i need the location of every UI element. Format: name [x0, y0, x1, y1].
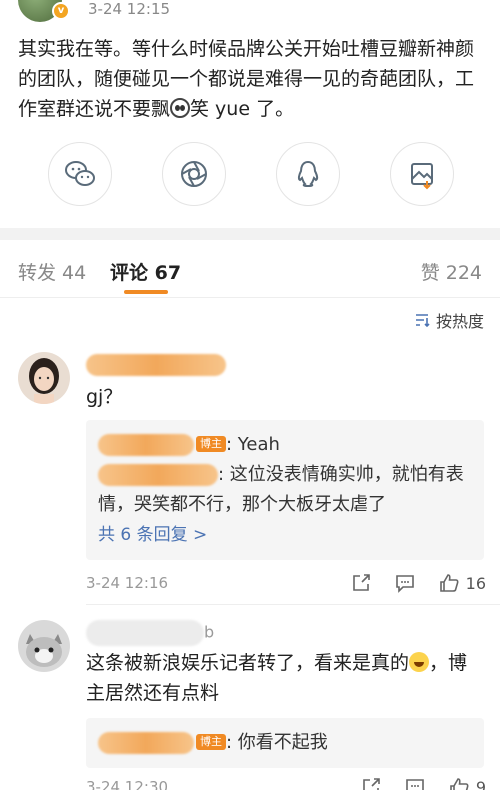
save-image-icon	[411, 163, 433, 190]
comment-meta: 3-24 12:16 16	[86, 572, 486, 596]
post-time: 3-24 12:15	[88, 0, 171, 18]
repost-icon	[363, 778, 380, 790]
moments-icon	[181, 161, 207, 187]
save-image-button[interactable]	[390, 142, 454, 206]
replies-box[interactable]: 博主: Yeah : 这位没表情确实帅，就怕有表情，哭笑都不行，那个大板牙太虐了…	[86, 420, 484, 560]
comment-button[interactable]	[394, 572, 416, 594]
comment-actions: 9	[338, 776, 486, 790]
author-badge: 博主	[196, 436, 226, 452]
wechat-icon	[65, 161, 95, 186]
commenter-avatar[interactable]	[18, 620, 70, 672]
sort-icon	[415, 314, 430, 328]
comment-text-main: 这条被新浪娱乐记者转了，看来是真的	[86, 652, 410, 674]
share-wechat-button[interactable]	[48, 142, 112, 206]
more-replies-link[interactable]: 共 6 条回复 >	[98, 520, 472, 550]
like-button[interactable]: 9	[448, 776, 486, 790]
comment-text: gj？	[86, 386, 123, 408]
comment-button[interactable]	[404, 776, 426, 790]
verified-badge: v	[52, 2, 70, 20]
post-card: v 3-24 12:15 其实我在等。等什么时候品牌公关开始吐槽豆瓣新神颜的团队…	[0, 0, 500, 228]
comment-actions: 16	[328, 572, 486, 594]
tab-likes[interactable]: 赞 224	[421, 258, 482, 285]
commenter-name[interactable]: b	[86, 620, 214, 646]
commenter-name[interactable]	[86, 354, 226, 376]
commenter-name-suffix: b	[204, 622, 215, 642]
panda-emoji-icon	[170, 98, 191, 118]
thumbs-up-icon	[439, 574, 459, 592]
repost-button[interactable]	[360, 776, 382, 790]
repost-icon	[352, 574, 370, 591]
thumbs-up-icon	[450, 778, 469, 790]
author-badge: 博主	[196, 734, 226, 750]
redacted-name	[98, 434, 194, 456]
reply-item: : 这位没表情确实帅，就怕有表情，哭笑都不行，那个大板牙太虐了	[98, 460, 472, 520]
like-count: 9	[475, 777, 486, 790]
portrait-avatar-icon	[18, 352, 70, 404]
reply-text: : 你看不起我	[226, 732, 328, 753]
laugh-cry-emoji-icon	[409, 652, 430, 672]
comment-divider	[86, 604, 500, 605]
post-text: 其实我在等。等什么时候品牌公关开始吐槽豆瓣新神颜的团队，随便碰见一个都说是难得一…	[18, 34, 488, 124]
like-count: 16	[465, 573, 486, 593]
repost-button[interactable]	[350, 572, 372, 594]
like-button[interactable]: 16	[438, 572, 486, 594]
tab-comments[interactable]: 评论 67	[110, 258, 181, 285]
redacted-name	[86, 620, 204, 646]
reply-item: 博主: 你看不起我	[98, 728, 472, 758]
post-text-tail: 笑 yue 了。	[190, 98, 295, 120]
tab-repost[interactable]: 转发 44	[18, 258, 86, 285]
share-qq-button[interactable]	[276, 142, 340, 206]
redacted-name	[86, 354, 226, 376]
replies-box[interactable]: 博主: 你看不起我	[86, 718, 484, 768]
redacted-name	[98, 732, 194, 754]
cat-avatar-icon	[18, 620, 70, 672]
share-row	[0, 142, 500, 206]
comment-time: 3-24 12:30	[86, 778, 169, 790]
sort-label: 按热度	[435, 312, 484, 331]
comment-text: 这条被新浪娱乐记者转了，看来是真的 ，博主居然还有点料	[86, 648, 486, 708]
redacted-name	[98, 464, 218, 486]
comment-icon	[406, 779, 424, 790]
comment-icon	[395, 575, 414, 593]
qq-icon	[297, 160, 319, 188]
comment-time: 3-24 12:16	[86, 574, 169, 592]
share-moments-button[interactable]	[162, 142, 226, 206]
reply-text: : Yeah	[226, 434, 280, 455]
commenter-avatar[interactable]	[18, 352, 70, 404]
sort-toggle[interactable]: 按热度	[414, 308, 484, 332]
section-separator	[0, 228, 500, 240]
active-tab-indicator	[124, 290, 168, 294]
interaction-tabs: 转发 44 评论 67 赞 224	[0, 240, 500, 298]
comment-meta: 3-24 12:30 9	[86, 776, 486, 790]
reply-item: 博主: Yeah	[98, 430, 472, 460]
